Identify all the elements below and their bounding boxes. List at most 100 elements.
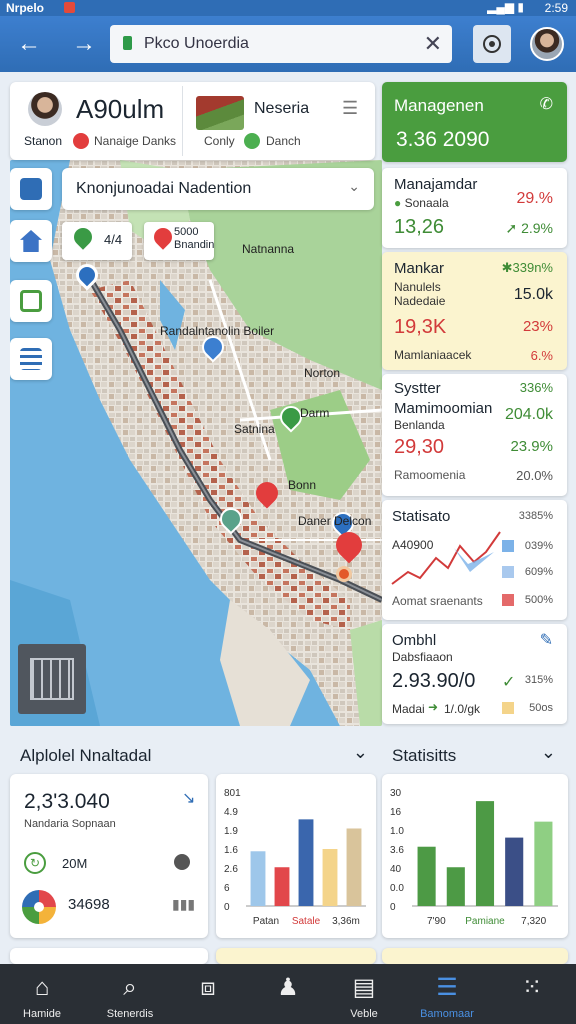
green-pin-icon <box>70 224 96 250</box>
map-label: Daner Delcon <box>298 514 372 528</box>
x-category-label: 3,36m <box>332 916 360 927</box>
y-tick-label: 801 <box>224 788 241 799</box>
chevron-down-icon[interactable]: ⌄ <box>353 742 368 763</box>
stat-change: 336% <box>519 380 553 395</box>
map-pin-callout[interactable]: 4/4 <box>62 222 132 260</box>
check-icon: ✓ <box>502 674 516 691</box>
y-tick-label: 1.6 <box>224 845 238 856</box>
user-avatar <box>28 92 62 126</box>
chart-bar[interactable] <box>274 867 290 906</box>
list-view-button[interactable] <box>10 338 52 380</box>
home-map-button[interactable] <box>10 220 52 262</box>
profile-avatar[interactable] <box>530 27 564 61</box>
camera-button[interactable] <box>473 25 511 63</box>
stat-card[interactable]: Mankar ✱339n% Nanulels Nadedaie 15.0k 19… <box>382 252 567 370</box>
map-pin-callout[interactable]: 5000 Bnandin <box>144 222 214 260</box>
legend-value: 039% <box>524 540 553 552</box>
status-bar: Nrpelo 2:59 ▂▄▆ ▮ <box>0 0 576 16</box>
y-tick-label: 0.0 <box>390 883 404 894</box>
chart-bar[interactable] <box>250 851 266 906</box>
stat-title: Ombhl <box>392 632 437 649</box>
stat-footer-value: 6.% <box>530 348 553 363</box>
section-header-left[interactable]: Alplolel Nnaltadal ⌄ <box>10 740 376 770</box>
chart-bar[interactable] <box>298 819 314 906</box>
forward-button[interactable]: → <box>66 26 102 62</box>
app-badge-icon <box>64 2 75 13</box>
edit-icon[interactable]: ✎ <box>540 630 553 650</box>
tab-person[interactable]: ♟ <box>250 964 326 1024</box>
stat-card[interactable]: Ombhl ✎ Dabsfiaaon 2.93.90/0 ✓ 315% Mada… <box>382 624 567 724</box>
bar-chart: 30 16 1.0 3.6 40 0.0 0 7'90 Pamiane 7,320 <box>390 788 558 927</box>
chart-bar[interactable] <box>346 828 362 906</box>
inbox-icon: ▤ <box>352 974 376 1001</box>
stat-card[interactable]: Systter 336% Mamimoomian Benlanda 204.0k… <box>382 374 567 496</box>
summary-row-value: 34698 <box>68 896 110 913</box>
stat-card[interactable]: Manajamdar ● Sonaala 29.% 13,26 ➚ 2.9% <box>382 168 567 248</box>
search-text: Knonjunoadai Nadention <box>76 180 252 197</box>
tab-3d[interactable]: ⧈ <box>170 964 246 1024</box>
section-title: Alplolel Nnaltadal <box>20 746 152 765</box>
layers-button[interactable] <box>10 280 52 322</box>
tab-inbox[interactable]: ▤ Veble <box>326 964 402 1024</box>
url-bar[interactable]: Pkco Unoerdia ✕ <box>110 25 452 63</box>
tab-home[interactable]: ⌂ Hamide <box>4 964 80 1024</box>
y-tick-label: 6 <box>224 883 230 894</box>
sub-text: Danch <box>266 134 301 148</box>
tab-search[interactable]: ⌕ Stenerdis <box>92 964 168 1024</box>
section-header-right[interactable]: Statisitts ⌄ <box>382 740 568 770</box>
chart-bar[interactable] <box>322 849 338 906</box>
location-card: A90ulm Stanon Nanaige Danks Neseria ☰ Co… <box>10 82 375 160</box>
stat-footer: Ramoomenia <box>394 468 466 482</box>
bar-chart-card[interactable]: 801 4.9 1.9 1.6 2.6 6 0 Patan Satale 3,36m <box>216 774 376 938</box>
next-card <box>216 948 376 964</box>
street-view-thumbnail[interactable] <box>18 644 86 714</box>
back-button[interactable]: ← <box>11 26 47 62</box>
tab-more[interactable]: ⁙ <box>494 964 570 1024</box>
chart-bar[interactable] <box>475 801 495 906</box>
legend-swatch-yellow <box>502 702 514 714</box>
management-header-card[interactable]: Managenen ✆ 3.36 2090 <box>382 82 567 162</box>
grid-icon: ⁙ <box>521 974 543 1001</box>
menu-icon[interactable]: ☰ <box>342 98 358 119</box>
chevron-down-icon[interactable]: ⌄ <box>348 178 360 195</box>
user-location-button[interactable] <box>10 168 52 210</box>
y-tick-label: 0 <box>390 902 396 913</box>
legend-swatch-light <box>502 566 514 578</box>
clear-url-icon[interactable]: ✕ <box>424 31 442 57</box>
chart-bar[interactable] <box>446 867 465 906</box>
chart-bar[interactable] <box>505 837 524 906</box>
location-title: A90ulm <box>76 94 165 124</box>
x-category-label: Satale <box>292 916 321 927</box>
chart-bar[interactable] <box>534 821 553 906</box>
legend-value: 609% <box>524 566 553 578</box>
stat-sub: Dabsfiaaon <box>392 650 453 664</box>
info-icon[interactable] <box>174 854 190 870</box>
y-tick-label: 40 <box>390 864 402 875</box>
bottom-tab-bar: ⌂ Hamide ⌕ Stenerdis ⧈ ♟ ▤ Veble ☰ Bamom… <box>0 964 576 1024</box>
map-label: Satnina <box>234 422 275 436</box>
stat-value: 29,30 <box>394 436 445 458</box>
user-pin-icon <box>20 178 42 200</box>
x-category-label: 7,320 <box>521 916 546 927</box>
place-name: Neseria <box>254 100 310 117</box>
map-search-field[interactable]: Knonjunoadai Nadention ⌄ <box>62 168 374 210</box>
bar-chart-card[interactable]: 30 16 1.0 3.6 40 0.0 0 7'90 Pamiane 7,320 <box>382 774 568 938</box>
y-tick-label: 1.0 <box>390 826 404 837</box>
trend-card[interactable]: Statisato 3385% A40900 039% 609% Aomat s… <box>382 500 567 620</box>
trend-icon[interactable]: ↘ <box>182 788 195 808</box>
chevron-down-icon[interactable]: ⌄ <box>541 742 556 763</box>
header-title: Managenen <box>394 96 484 115</box>
stat-footer: Madai <box>392 702 425 716</box>
stat-sub: Nanulels Nadedaie <box>394 280 446 308</box>
x-category-label: 7'90 <box>427 916 446 927</box>
tab-documents[interactable]: ☰ Bamomaar <box>406 964 488 1024</box>
header-value: 3.36 2090 <box>396 128 490 151</box>
cube-icon: ⧈ <box>200 974 216 1001</box>
phone-icon[interactable]: ✆ <box>540 94 553 114</box>
summary-card[interactable]: 2,3'3.040 ↘ Nandaria Sopnaan ↻ 20M 34698… <box>10 774 208 938</box>
bar-chart-icon[interactable]: ▮▮▮ <box>172 896 195 913</box>
chart-bar[interactable] <box>417 846 436 906</box>
y-tick-label: 30 <box>390 788 402 799</box>
stat-change: 29.% <box>516 190 553 207</box>
map-view[interactable]: 4/4 5000 Bnandin Natnanna Randalntanolin… <box>10 160 382 726</box>
